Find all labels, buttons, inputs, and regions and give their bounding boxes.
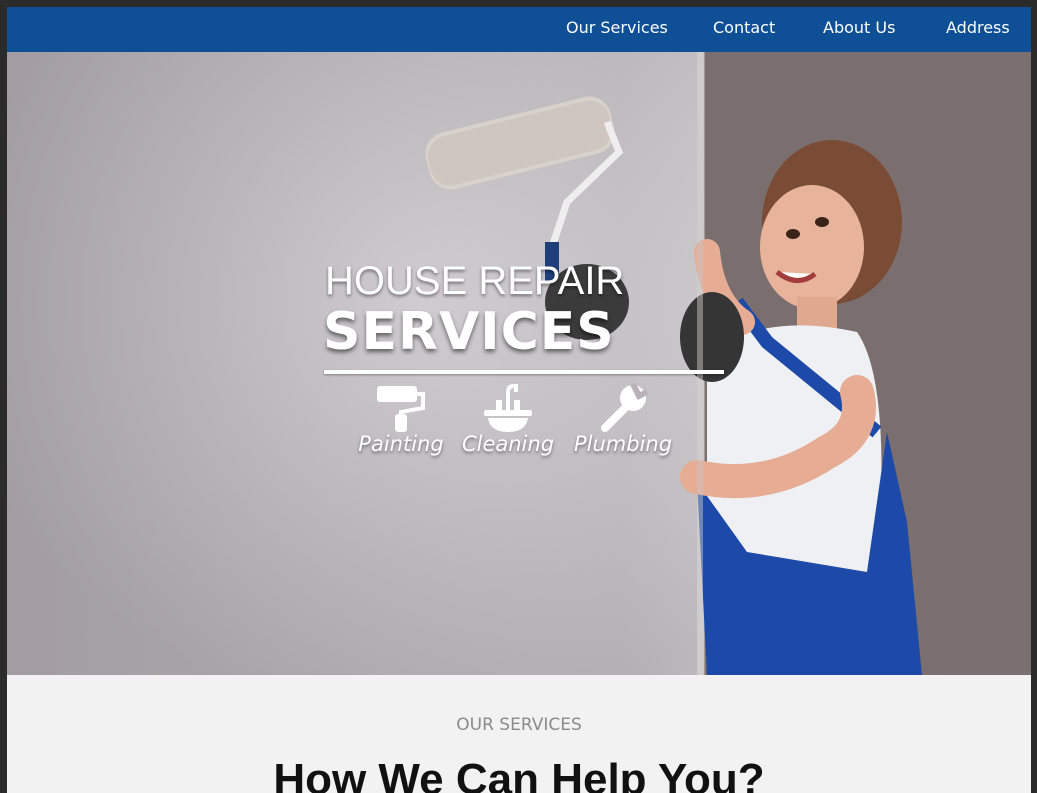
hero-title-line1: HOUSE REPAIR [325, 259, 625, 303]
nav-address[interactable]: Address [946, 7, 1010, 52]
service-plumbing-label: Plumbing [573, 432, 673, 456]
hero-banner: HOUSE REPAIR SERVICES Painting Cleaning [7, 52, 1031, 675]
services-eyebrow: OUR SERVICES [456, 715, 582, 735]
paint-roller-icon [377, 386, 425, 432]
hero-title-line2: SERVICES [323, 302, 615, 362]
service-painting[interactable]: Painting [357, 382, 445, 456]
wrench-icon [601, 382, 649, 432]
nav-our-services[interactable]: Our Services [566, 7, 668, 52]
hero-photo-worker [425, 52, 922, 675]
service-painting-label: Painting [358, 432, 444, 456]
services-heading: How We Can Help You? [273, 755, 765, 793]
hero-divider [324, 370, 724, 374]
page-frame: Our Services Contact About Us Address HO… [7, 7, 1031, 793]
service-cleaning-label: Cleaning [461, 432, 555, 456]
sink-faucet-icon [484, 384, 532, 432]
service-plumbing[interactable]: Plumbing [571, 382, 675, 456]
top-navbar: Our Services Contact About Us Address [7, 7, 1031, 52]
nav-about-us[interactable]: About Us [823, 7, 895, 52]
nav-contact[interactable]: Contact [713, 7, 775, 52]
service-cleaning[interactable]: Cleaning [461, 382, 555, 456]
